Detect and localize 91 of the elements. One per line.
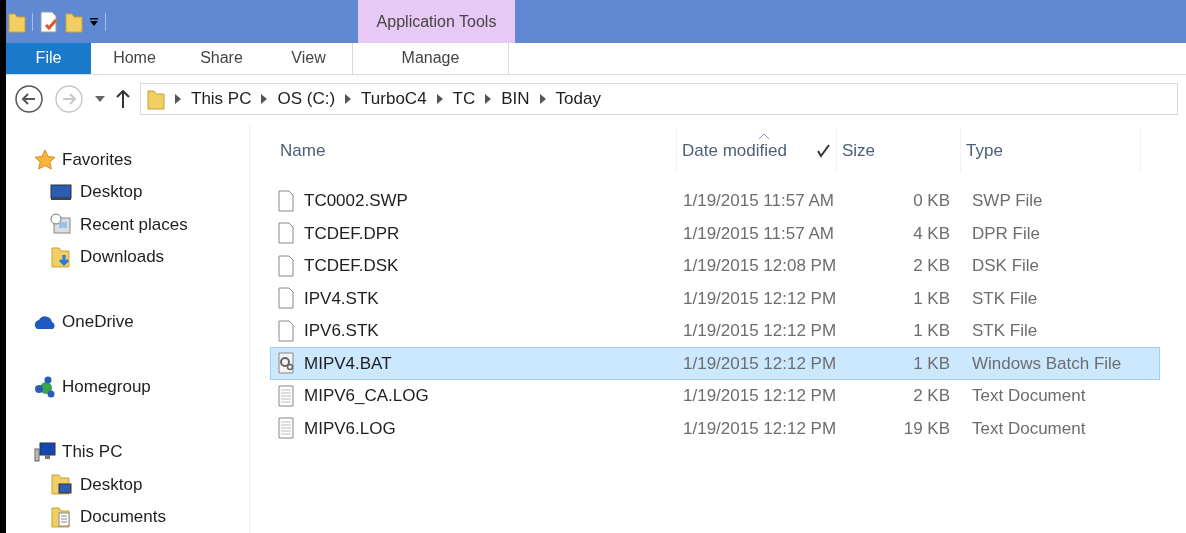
file-name: IPV6.STK xyxy=(304,320,379,342)
size-cell: 1 KB xyxy=(913,321,950,340)
star-icon xyxy=(34,148,56,171)
type-cell: Text Document xyxy=(972,418,1086,438)
type-cell: SWP File xyxy=(972,191,1043,210)
up-arrow-icon[interactable] xyxy=(116,90,130,108)
type-cell: Text Document xyxy=(972,386,1086,405)
date-cell: 1/19/2015 11:57 AM xyxy=(683,223,834,243)
address-field[interactable]: This PC OS (C:) TurboC4 TC BIN Today xyxy=(140,83,1178,115)
file-row[interactable]: TCDEF.DPR 1/19/2015 11:57 AM 4 KB DPR File xyxy=(270,217,1160,250)
downloads-folder-icon xyxy=(50,245,72,268)
file-row[interactable]: MIPV4.BAT 1/19/2015 12:12 PM 1 KB Windows Batch File xyxy=(270,347,1160,380)
back-button[interactable] xyxy=(14,84,44,114)
file-name: TCDEF.DPR xyxy=(304,222,400,245)
type-cell: DPR File xyxy=(972,223,1040,243)
computer-icon xyxy=(34,441,56,463)
file-icon xyxy=(276,287,296,310)
file-row[interactable]: MIPV6_CA.LOG 1/19/2015 12:12 PM 2 KB Text Document xyxy=(270,379,1160,412)
date-cell: 1/19/2015 12:12 PM xyxy=(683,288,837,308)
homegroup-icon xyxy=(34,376,56,398)
desktop-folder-icon xyxy=(50,473,72,496)
recent-places-icon xyxy=(50,213,72,236)
chevron-icon[interactable] xyxy=(485,94,492,104)
date-cell: 1/19/2015 12:08 PM xyxy=(683,256,837,275)
breadcrumb[interactable]: BIN xyxy=(501,86,530,112)
file-icon xyxy=(276,222,296,245)
breadcrumb[interactable]: Today xyxy=(555,86,601,112)
breadcrumb[interactable]: OS (C:) xyxy=(277,86,336,112)
size-cell: 4 KB xyxy=(913,223,950,243)
sidebar-item[interactable]: Documents xyxy=(80,504,166,530)
sidebar-item[interactable]: This PC xyxy=(62,439,123,465)
text-file-icon xyxy=(276,384,296,407)
sidebar-item[interactable]: Recent places xyxy=(80,211,188,237)
file-row[interactable]: MIPV6.LOG 1/19/2015 12:12 PM 19 KB Text Document xyxy=(270,412,1160,445)
chevron-icon[interactable] xyxy=(175,94,181,104)
chevron-icon[interactable] xyxy=(261,94,268,104)
column-header[interactable]: Type xyxy=(966,137,1003,164)
column-header[interactable]: Date modified xyxy=(682,137,787,164)
chevron-icon[interactable] xyxy=(539,94,546,104)
size-cell: 1 KB xyxy=(913,288,950,308)
sidebar-item[interactable]: Desktop xyxy=(80,471,143,497)
file-name: MIPV6_CA.LOG xyxy=(304,385,429,407)
dropdown-icon[interactable] xyxy=(89,16,99,27)
sidebar-item[interactable]: Downloads xyxy=(80,244,165,270)
size-cell: 2 KB xyxy=(913,256,950,275)
type-cell: STK File xyxy=(972,288,1038,308)
chevron-icon[interactable] xyxy=(436,94,443,104)
ribbon-tab[interactable]: File xyxy=(6,43,91,74)
breadcrumb[interactable]: This PC xyxy=(191,86,252,112)
size-cell: 2 KB xyxy=(913,386,950,405)
ribbon-tab[interactable]: Manage xyxy=(352,43,509,74)
type-cell: Windows Batch File xyxy=(972,353,1122,373)
properties-icon[interactable] xyxy=(39,10,59,33)
chevron-icon[interactable] xyxy=(345,94,352,104)
breadcrumb[interactable]: TurboC4 xyxy=(361,86,427,112)
contextual-tab-group-label: Application Tools xyxy=(376,11,497,32)
file-name: TCDEF.DSK xyxy=(304,255,399,277)
file-row[interactable]: TCDEF.DSK 1/19/2015 12:08 PM 2 KB DSK File xyxy=(270,249,1160,282)
sidebar-item[interactable]: Homegroup xyxy=(62,374,151,400)
file-row[interactable]: IPV6.STK 1/19/2015 12:12 PM 1 KB STK File xyxy=(270,314,1160,347)
date-cell: 1/19/2015 12:12 PM xyxy=(683,321,837,340)
recent-locations-icon[interactable] xyxy=(94,95,106,103)
breadcrumb[interactable]: TC xyxy=(452,86,476,112)
type-cell: STK File xyxy=(972,321,1038,340)
text-file-icon xyxy=(276,417,296,440)
file-row[interactable]: TC0002.SWP 1/19/2015 11:57 AM 0 KB SWP File xyxy=(270,184,1160,217)
gear-file-icon xyxy=(276,352,296,375)
size-cell: 19 KB xyxy=(903,418,950,438)
file-icon xyxy=(276,254,296,277)
file-name: MIPV6.LOG xyxy=(304,417,396,440)
type-cell: DSK File xyxy=(972,256,1040,275)
sidebar-item[interactable]: Desktop xyxy=(80,179,143,205)
size-cell: 1 KB xyxy=(913,353,950,373)
file-name: IPV4.STK xyxy=(304,287,379,310)
folder-icon xyxy=(147,88,165,110)
date-cell: 1/19/2015 11:57 AM xyxy=(683,191,834,210)
column-header[interactable]: Name xyxy=(280,137,326,164)
documents-folder-icon xyxy=(50,505,72,528)
sidebar-item[interactable]: Favorites xyxy=(62,146,132,173)
date-cell: 1/19/2015 12:12 PM xyxy=(683,353,837,373)
file-name: TC0002.SWP xyxy=(304,190,408,212)
column-header[interactable]: Size xyxy=(842,137,876,164)
sidebar-item[interactable]: OneDrive xyxy=(62,309,134,335)
size-cell: 0 KB xyxy=(913,191,950,210)
date-cell: 1/19/2015 12:12 PM xyxy=(683,386,837,405)
file-row[interactable]: IPV4.STK 1/19/2015 12:12 PM 1 KB STK File xyxy=(270,282,1160,315)
file-icon xyxy=(276,319,296,342)
checkmark-icon[interactable] xyxy=(816,143,830,158)
date-cell: 1/19/2015 12:12 PM xyxy=(683,418,837,438)
file-name: MIPV4.BAT xyxy=(304,352,392,375)
file-icon xyxy=(276,189,296,212)
